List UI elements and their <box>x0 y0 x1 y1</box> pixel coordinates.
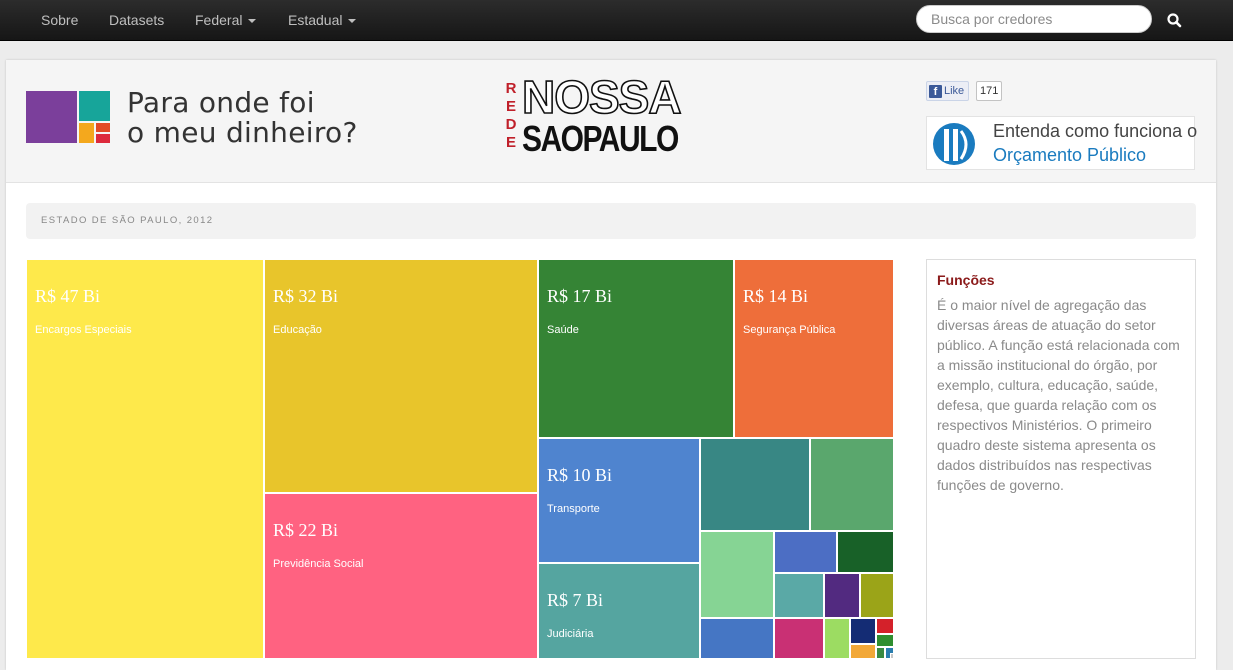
search-icon[interactable] <box>1165 11 1185 31</box>
main-container: Para onde foi o meu dinheiro? R E D E NO… <box>6 60 1216 670</box>
rede-nossa-sao-paulo-logo[interactable]: R E D E NOSSA SAOPAULO <box>504 73 683 159</box>
treemap-cell-label: Segurança Pública <box>743 324 836 336</box>
orcamento-line-2: Orçamento Público <box>993 145 1147 165</box>
treemap-cell[interactable] <box>876 618 894 634</box>
site-logo-text[interactable]: Para onde foi o meu dinheiro? <box>127 88 358 148</box>
treemap-cell-value: R$ 47 Bi <box>35 286 101 306</box>
treemap-cell[interactable]: R$ 47 Bi Encargos Especiais <box>26 259 264 659</box>
treemap-cell[interactable] <box>890 653 894 659</box>
treemap-cell-value: R$ 7 Bi <box>547 590 604 610</box>
top-navbar: Sobre Datasets Federal Estadual <box>0 0 1233 41</box>
orcamento-logo-icon <box>933 123 975 165</box>
info-sidebar: Funções É o maior nível de agregação das… <box>926 259 1196 659</box>
fb-like-count: 171 <box>976 81 1003 101</box>
treemap-cell[interactable] <box>700 531 774 618</box>
treemap-cell[interactable] <box>774 531 837 573</box>
nav-federal-label: Federal <box>195 12 243 28</box>
rede-letter: E <box>505 134 516 151</box>
orcamento-line-1: Entenda como funciona o <box>993 121 1198 141</box>
treemap-cell-label: Judiciária <box>547 628 594 640</box>
treemap-cell[interactable]: R$ 7 Bi Judiciária <box>538 563 700 659</box>
nav-sobre[interactable]: Sobre <box>41 0 78 40</box>
treemap-cell[interactable] <box>850 618 876 644</box>
treemap-cell[interactable] <box>774 573 824 618</box>
breadcrumb: ESTADO DE SÃO PAULO, 2012 <box>26 203 1196 239</box>
treemap-chart: R$ 47 Bi Encargos Especiais R$ 32 Bi Educaç… <box>26 259 894 659</box>
nav-federal-dropdown[interactable]: Federal <box>195 0 257 40</box>
treemap-cell-label: Educação <box>273 324 322 336</box>
nav-sobre-label: Sobre <box>41 12 79 28</box>
treemap-cell[interactable] <box>850 644 876 659</box>
rede-saopaulo-text: SAOPAULO <box>522 119 679 160</box>
treemap-cell[interactable] <box>700 438 810 531</box>
treemap-cell-label: Encargos Especiais <box>35 324 132 336</box>
treemap-cell[interactable]: R$ 14 Bi Segurança Pública <box>734 259 894 438</box>
treemap-cell[interactable]: R$ 22 Bi Previdência Social <box>264 493 538 659</box>
rede-nossa-text: NOSSA <box>521 71 682 123</box>
treemap-cell[interactable]: R$ 32 Bi Educação <box>264 259 538 493</box>
treemap-cell-value: R$ 22 Bi <box>273 520 339 540</box>
treemap-cell[interactable] <box>824 573 860 618</box>
treemap-cell[interactable] <box>824 618 850 659</box>
rede-letter: E <box>505 98 516 115</box>
logo-line-1: Para onde foi <box>127 86 315 119</box>
nav-datasets[interactable]: Datasets <box>109 0 164 40</box>
rede-letter: D <box>505 116 517 133</box>
treemap-cell[interactable] <box>837 531 894 573</box>
header: Para onde foi o meu dinheiro? R E D E NO… <box>6 60 1216 183</box>
logo-line-2: o meu dinheiro? <box>127 116 358 149</box>
facebook-icon: f <box>929 84 942 98</box>
nav-datasets-label: Datasets <box>109 12 165 28</box>
treemap-cell-label: Previdência Social <box>273 558 364 570</box>
treemap-cell-value: R$ 14 Bi <box>743 286 809 306</box>
caret-down-icon <box>248 19 257 24</box>
fb-like-label: Like <box>944 85 965 97</box>
treemap-cell[interactable] <box>810 438 894 531</box>
treemap-cell[interactable]: R$ 10 Bi Transporte <box>538 438 700 563</box>
rede-vertical-text: R E D E <box>504 80 518 152</box>
treemap-cell-label: Saúde <box>547 324 579 336</box>
treemap-cell[interactable] <box>774 618 824 659</box>
treemap-cell-label: Transporte <box>547 503 600 515</box>
treemap-cell[interactable] <box>860 573 894 618</box>
treemap-cell[interactable] <box>876 647 885 659</box>
treemap-cell-value: R$ 32 Bi <box>273 286 339 306</box>
rede-letter: R <box>505 80 517 97</box>
treemap-cell[interactable] <box>700 618 774 659</box>
search-input[interactable] <box>916 5 1152 33</box>
treemap-cell-value: R$ 10 Bi <box>547 465 613 485</box>
sidebar-description: É o maior nível de agregação das diversa… <box>937 297 1180 493</box>
treemap-cell[interactable] <box>876 634 894 647</box>
caret-down-icon <box>348 19 357 24</box>
treemap-cell[interactable]: R$ 17 Bi Saúde <box>538 259 734 438</box>
orcamento-publico-banner[interactable]: Entenda como funciona o Orçamento Públic… <box>926 116 1198 170</box>
nav-estadual-dropdown[interactable]: Estadual <box>288 0 357 40</box>
sidebar-title: Funções <box>937 272 995 288</box>
logo-squares-icon <box>26 91 110 143</box>
breadcrumb-text: ESTADO DE SÃO PAULO, 2012 <box>41 215 214 226</box>
facebook-like-button[interactable]: f Like <box>926 81 970 101</box>
nav-estadual-label: Estadual <box>288 12 343 28</box>
treemap-cell-value: R$ 17 Bi <box>547 286 613 306</box>
